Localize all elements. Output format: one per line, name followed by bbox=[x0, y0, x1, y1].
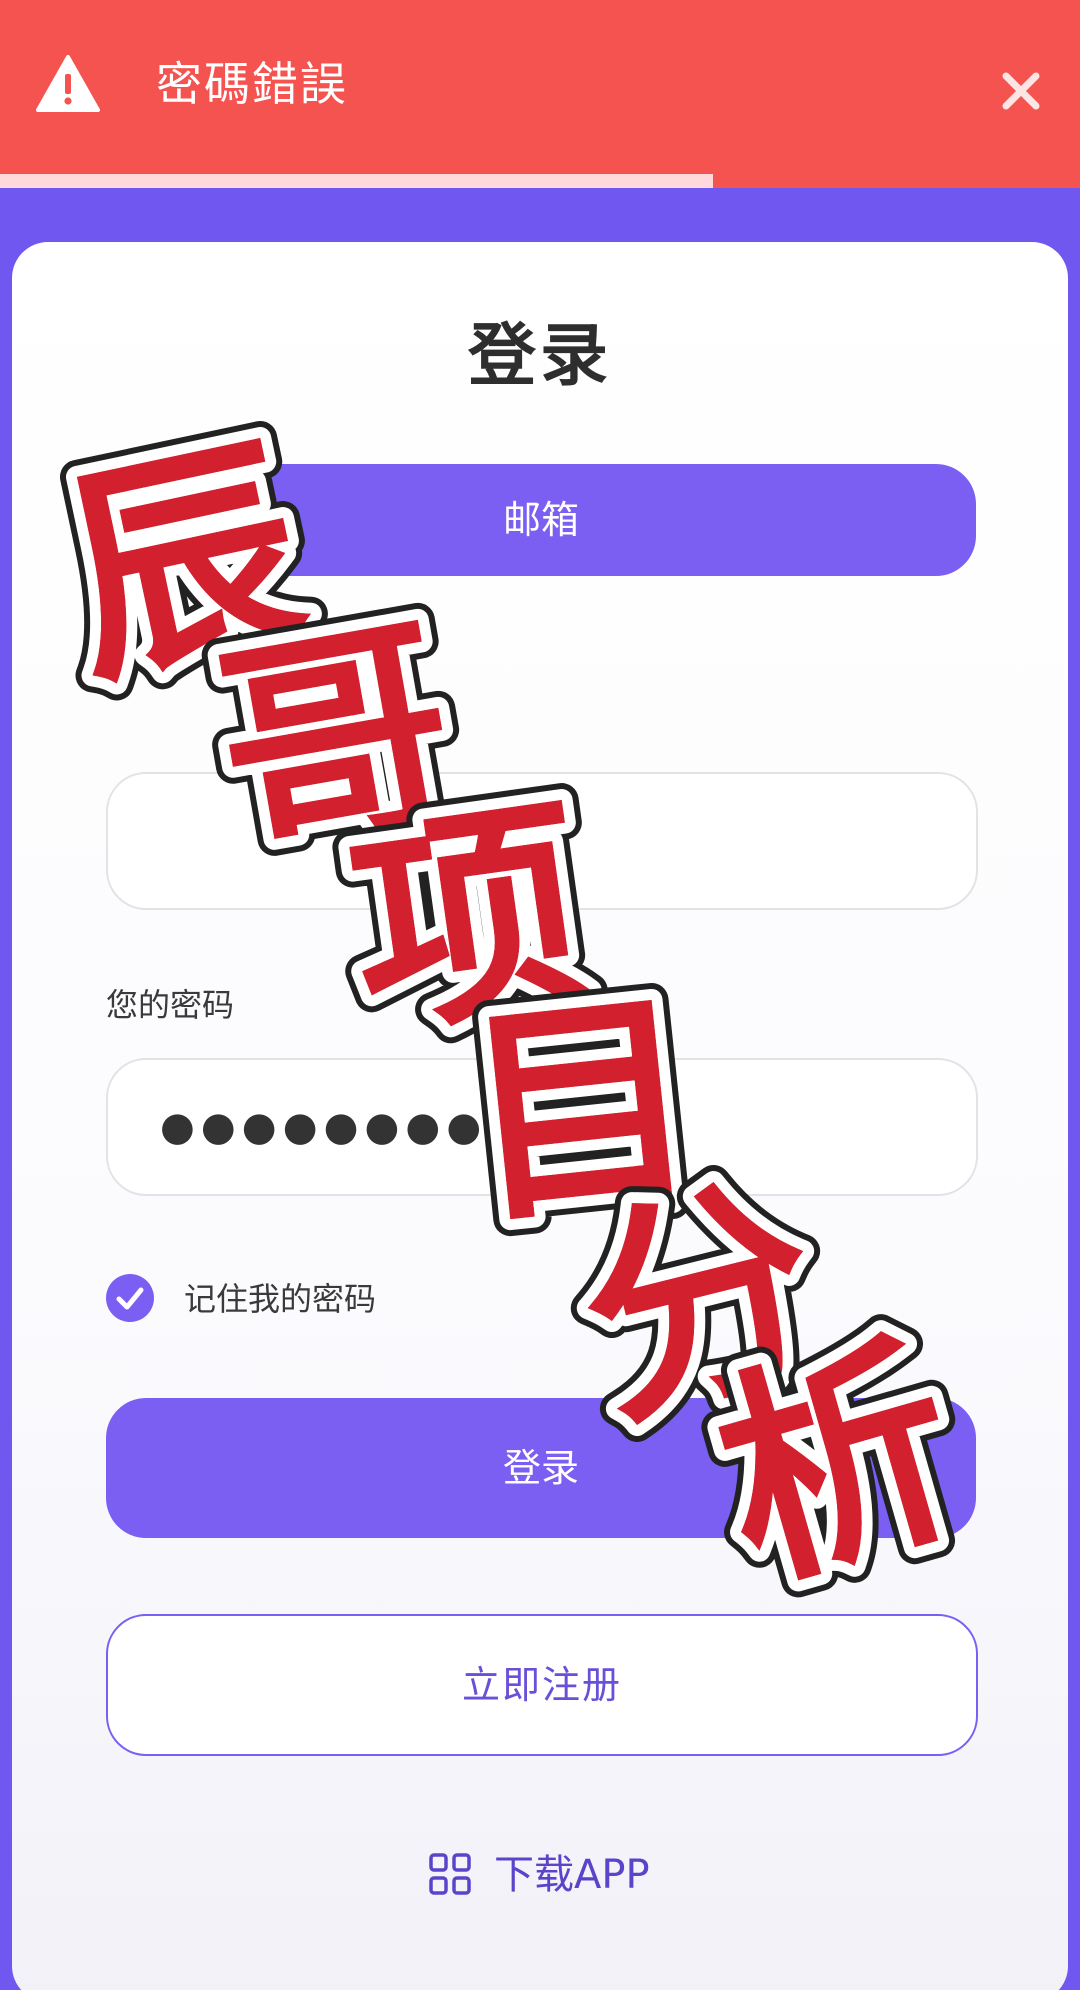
warning-icon bbox=[36, 55, 100, 112]
error-toast: 密碼錯誤 bbox=[0, 0, 1080, 188]
email-tab[interactable]: 邮箱 bbox=[106, 464, 976, 576]
toast-progress-bar bbox=[0, 174, 713, 188]
toast-progress-track bbox=[0, 174, 1080, 188]
password-field[interactable]: ●●●●●●●●●●● bbox=[106, 1058, 978, 1196]
download-label: 下载APP bbox=[494, 1852, 650, 1898]
close-icon[interactable] bbox=[996, 66, 1046, 116]
remember-label: 记住我的密码 bbox=[184, 1280, 377, 1318]
check-icon bbox=[116, 1287, 144, 1310]
toast-title: 密碼錯誤 bbox=[156, 57, 348, 111]
page-title: 登录 bbox=[467, 317, 612, 396]
login-button[interactable]: 登录 bbox=[106, 1398, 976, 1538]
register-button[interactable]: 立即注册 bbox=[106, 1614, 978, 1756]
remember-checkbox[interactable] bbox=[106, 1274, 154, 1322]
email-field[interactable] bbox=[106, 772, 978, 910]
password-value: ●●●●●●●●●●● bbox=[160, 1104, 610, 1150]
password-label: 您的密码 bbox=[106, 986, 235, 1024]
grid-icon bbox=[429, 1853, 471, 1895]
